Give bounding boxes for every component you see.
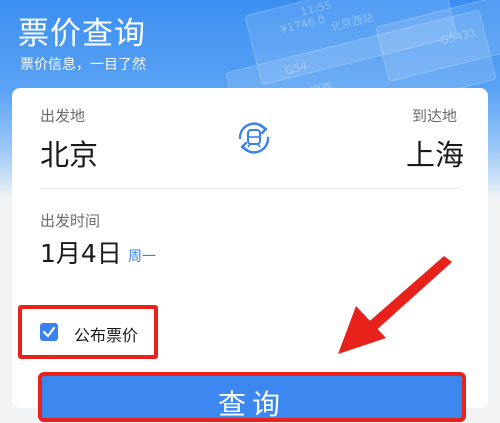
from-label: 出发地 <box>40 107 86 125</box>
departure-weekday: 周一 <box>128 249 156 265</box>
departure-time-label: 出发时间 <box>40 212 101 230</box>
to-city[interactable]: 上海 <box>406 132 464 174</box>
check-icon <box>42 326 56 338</box>
query-button[interactable]: 查询 <box>38 372 466 422</box>
divider <box>40 188 460 189</box>
red-arrow-icon <box>338 256 452 354</box>
train-swap-icon[interactable] <box>232 116 276 160</box>
to-label: 到达地 <box>412 107 458 125</box>
public-fare-label: 公布票价 <box>74 326 139 345</box>
from-city[interactable]: 北京 <box>40 132 98 174</box>
public-fare-checkbox[interactable] <box>40 323 58 341</box>
page-title: 票价查询 <box>18 16 146 52</box>
page-subtitle: 票价信息，一目了然 <box>20 57 146 73</box>
public-fare-option[interactable]: 公布票价 <box>18 305 158 359</box>
departure-date[interactable]: 1月4日 <box>40 234 122 270</box>
query-button-label: 查询 <box>217 388 286 421</box>
